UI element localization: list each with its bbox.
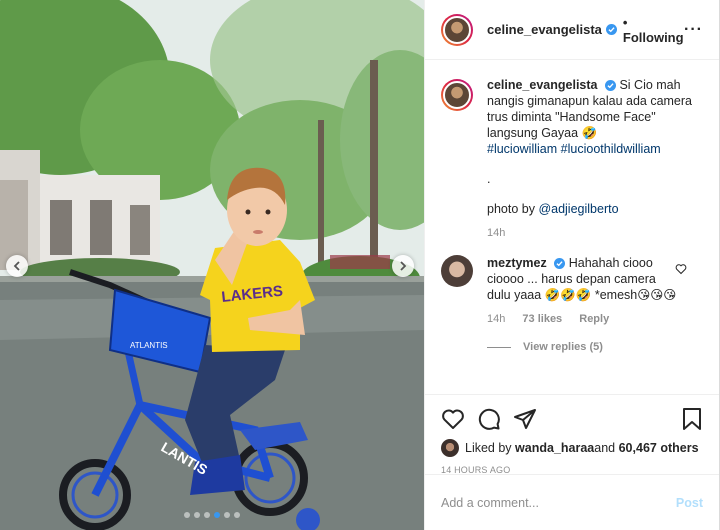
chevron-right-icon xyxy=(400,261,407,271)
comment-button[interactable] xyxy=(477,407,501,431)
basket-text: ATLANTIS xyxy=(130,341,168,350)
save-button[interactable] xyxy=(681,407,703,431)
caption-time: 14h xyxy=(487,227,506,239)
replies-divider xyxy=(487,346,511,348)
hashtag-link[interactable]: #lucioothildwilliam xyxy=(561,142,661,156)
post-sidebar: celine_evangelista • Following ··· celin… xyxy=(424,0,720,530)
author-avatar[interactable] xyxy=(441,13,473,46)
previous-photo-button[interactable] xyxy=(6,255,28,277)
caption-dot: . xyxy=(487,172,491,186)
verified-badge-icon xyxy=(604,80,616,92)
comment-icon xyxy=(478,408,500,430)
share-button[interactable] xyxy=(513,407,537,431)
verified-badge-icon xyxy=(605,24,617,35)
author-username: celine_evangelista xyxy=(487,22,602,37)
liked-by-prefix: Liked by xyxy=(465,441,512,455)
next-photo-button[interactable] xyxy=(392,255,414,277)
hashtag-link[interactable]: #luciowilliam xyxy=(487,142,557,156)
commenter-avatar[interactable] xyxy=(441,255,473,287)
like-button[interactable] xyxy=(441,407,465,431)
liked-by-and: and xyxy=(594,441,616,455)
liker-username[interactable]: wanda_haraa xyxy=(515,441,594,455)
add-comment-bar: Post xyxy=(425,474,719,530)
comment-likes-link[interactable]: 73 likes xyxy=(522,313,562,325)
post-photo[interactable]: ATLANTIS LANTIS LAKERS xyxy=(0,0,424,530)
comment-meta: 14h 73 likes Reply xyxy=(487,311,679,327)
bookmark-icon xyxy=(683,408,701,430)
chevron-left-icon xyxy=(13,261,20,271)
paper-plane-icon xyxy=(514,409,536,429)
caption: celine_evangelista Si Cio mah nangis gim… xyxy=(441,77,703,241)
comment-item: meztymez Hahahah ciooo cioooo ... harus … xyxy=(441,255,703,327)
carousel-indicator xyxy=(0,512,424,518)
likes-count-link[interactable]: 60,467 others xyxy=(619,441,699,455)
carousel-dot-active xyxy=(214,512,220,518)
comments-section: celine_evangelista Si Cio mah nangis gim… xyxy=(425,61,719,394)
caption-author-avatar[interactable] xyxy=(441,79,473,111)
like-comment-heart-icon[interactable] xyxy=(675,263,687,275)
comment-time: 14h xyxy=(487,313,506,325)
comment-body: meztymez Hahahah ciooo cioooo ... harus … xyxy=(487,255,679,327)
post-actions: Liked by wanda_haraa and 60,467 others 1… xyxy=(425,394,719,475)
caption-body: celine_evangelista Si Cio mah nangis gim… xyxy=(487,77,703,241)
more-options-button[interactable]: ··· xyxy=(684,21,703,39)
mention-link[interactable]: @adjiegilberto xyxy=(538,202,618,216)
following-button[interactable]: • Following xyxy=(623,15,684,45)
likes-summary: Liked by wanda_haraa and 60,467 others xyxy=(441,439,703,457)
post-comment-button[interactable]: Post xyxy=(676,496,703,510)
heart-icon xyxy=(442,409,464,429)
carousel-dot xyxy=(234,512,240,518)
photo-scene: ATLANTIS LANTIS LAKERS xyxy=(0,0,424,530)
liker-avatar[interactable] xyxy=(441,439,459,457)
reply-button[interactable]: Reply xyxy=(579,313,609,325)
action-icons xyxy=(441,403,703,435)
verified-badge-icon xyxy=(554,258,566,270)
commenter-username[interactable]: meztymez xyxy=(487,256,547,270)
carousel-dot xyxy=(184,512,190,518)
author-username-link[interactable]: celine_evangelista xyxy=(487,22,617,37)
carousel-dot xyxy=(204,512,210,518)
photo-credit-label: photo by xyxy=(487,202,539,216)
view-replies-button[interactable]: View replies (5) xyxy=(487,341,703,353)
caption-username[interactable]: celine_evangelista xyxy=(487,78,597,92)
post-header: celine_evangelista • Following ··· xyxy=(425,0,719,60)
carousel-dot xyxy=(224,512,230,518)
view-replies-label: View replies (5) xyxy=(523,341,603,353)
photo-credit: photo by @adjiegilberto xyxy=(487,201,703,217)
comment-input[interactable] xyxy=(441,495,676,510)
carousel-dot xyxy=(194,512,200,518)
